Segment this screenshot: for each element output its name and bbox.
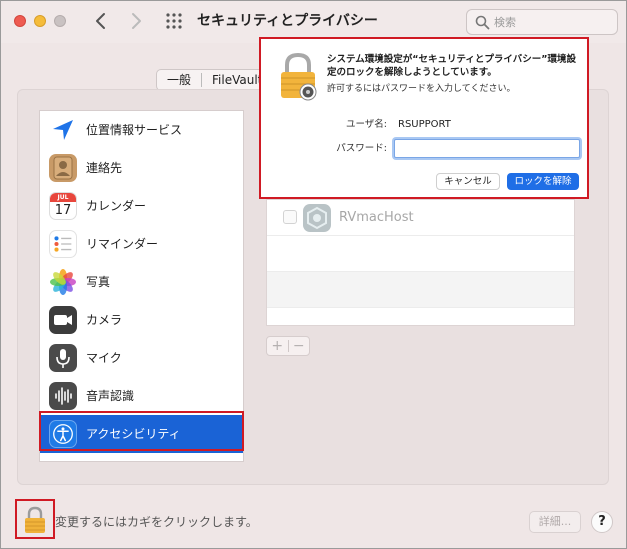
chevron-right-icon — [132, 13, 141, 29]
lock-hint-text: 変更するにはカギをクリックします。 — [55, 515, 258, 529]
zoom-window-button[interactable] — [54, 15, 66, 27]
calendar-icon: JUL 17 — [49, 192, 77, 220]
app-name: RVmacHost — [339, 210, 414, 225]
cancel-button[interactable]: キャンセル — [436, 173, 500, 190]
sidebar-item-label: 音声認識 — [86, 389, 135, 403]
show-all-grid-icon[interactable] — [165, 12, 183, 30]
sidebar-item-label: カレンダー — [86, 199, 147, 213]
table-row[interactable]: RVmacHost — [267, 200, 574, 236]
reminders-icon — [49, 230, 77, 258]
unlock-auth-dialog: システム環境設定が“セキュリティとプライバシー”環境設定のロックを解除しようとし… — [259, 37, 589, 199]
password-field[interactable] — [394, 139, 580, 158]
help-button[interactable]: ? — [591, 511, 613, 533]
microphone-icon — [49, 344, 77, 372]
sidebar-item-location-services[interactable]: 位置情報サービス — [40, 111, 243, 149]
search-input[interactable] — [494, 13, 612, 31]
password-label: パスワード: — [336, 143, 387, 154]
sidebar-item-reminders[interactable]: リマインダー — [40, 225, 243, 263]
username-field[interactable] — [394, 115, 580, 134]
app-checkbox[interactable] — [283, 210, 297, 224]
remove-app-button[interactable]: − — [289, 337, 310, 355]
details-button[interactable]: 詳細... — [529, 511, 581, 533]
camera-icon — [49, 306, 77, 334]
lock-icon — [281, 52, 317, 101]
sidebar-item-contacts[interactable]: 連絡先 — [40, 149, 243, 187]
sidebar-item-label: マイク — [86, 351, 122, 365]
sidebar-item-label: 写真 — [86, 275, 111, 289]
sidebar-item-label: 連絡先 — [86, 161, 123, 175]
add-app-button[interactable]: + — [267, 337, 288, 355]
location-icon — [49, 116, 77, 144]
tab-bar: 一般 FileVault — [156, 69, 276, 91]
sidebar-item-calendar[interactable]: JUL 17 カレンダー — [40, 187, 243, 225]
dialog-subtitle: 許可するにはパスワードを入力してください。 — [327, 84, 516, 94]
minimize-window-button[interactable] — [34, 15, 46, 27]
tab-general[interactable]: 一般 — [157, 70, 201, 90]
back-button[interactable] — [92, 11, 110, 31]
sidebar-item-label: カメラ — [86, 313, 123, 327]
sidebar-item-microphone[interactable]: マイク — [40, 339, 243, 377]
search-field[interactable] — [466, 9, 618, 35]
app-icon — [303, 204, 331, 232]
search-icon — [475, 15, 490, 30]
calendar-day: 17 — [54, 203, 72, 218]
privacy-category-list: 位置情報サービス 連絡先 JUL 17 カレンダー リマインダー 写真 カメラ … — [39, 110, 244, 462]
sidebar-item-label: アクセシビリティ — [86, 427, 181, 441]
window-title: セキュリティとプライバシー — [197, 13, 378, 29]
table-row — [267, 272, 574, 308]
sidebar-item-photos[interactable]: 写真 — [40, 263, 243, 301]
chevron-left-icon — [96, 13, 105, 29]
sidebar-item-speech-recognition[interactable]: 音声認識 — [40, 377, 243, 415]
preferences-window: セキュリティとプライバシー 一般 FileVault 位置情報サービス — [0, 0, 627, 549]
sidebar-item-accessibility[interactable]: アクセシビリティ — [40, 415, 243, 453]
close-window-button[interactable] — [14, 15, 26, 27]
accessibility-icon — [49, 420, 77, 448]
lock-icon[interactable] — [22, 505, 48, 535]
contacts-icon — [49, 154, 77, 182]
sidebar-item-camera[interactable]: カメラ — [40, 301, 243, 339]
sidebar-item-label: 位置情報サービス — [86, 123, 183, 137]
speech-recognition-icon — [49, 382, 77, 410]
dialog-title: システム環境設定が“セキュリティとプライバシー”環境設定のロックを解除しようとし… — [327, 54, 576, 78]
username-label: ユーザ名: — [345, 119, 387, 130]
calendar-month: JUL — [50, 193, 76, 202]
forward-button[interactable] — [127, 11, 145, 31]
add-remove-control: + − — [266, 336, 310, 356]
table-row — [267, 236, 574, 272]
sidebar-item-label: リマインダー — [86, 237, 159, 251]
allowed-apps-list: RVmacHost — [266, 199, 575, 326]
unlock-button[interactable]: ロックを解除 — [507, 173, 579, 190]
photos-icon — [49, 268, 77, 296]
